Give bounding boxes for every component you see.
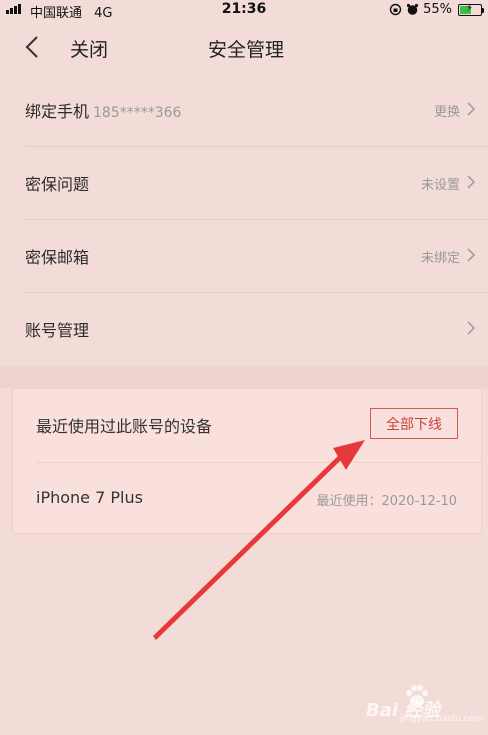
- status-right: 55% ⚡: [389, 2, 484, 17]
- setting-row-account-management[interactable]: 账号管理: [25, 293, 488, 366]
- chevron-right-icon: [467, 248, 476, 262]
- security-settings-list: 绑定手机 185*****366 更换 密保问题 未设置 密保邮箱 未绑定 账号管…: [0, 74, 488, 366]
- setting-label: 密保问题: [25, 175, 90, 194]
- logout-all-devices-button[interactable]: 全部下线: [370, 408, 458, 439]
- setting-row-security-question[interactable]: 密保问题 未设置: [25, 147, 488, 220]
- navigation-bar: 关闭 安全管理: [0, 20, 488, 74]
- setting-value: 更换: [433, 105, 460, 120]
- setting-value: 未绑定: [420, 251, 460, 266]
- charging-bolt-icon: ⚡: [466, 2, 474, 14]
- setting-label-text: 绑定手机: [25, 102, 90, 121]
- recent-devices-title: 最近使用过此账号的设备: [36, 417, 213, 436]
- battery-percent: 55%: [423, 2, 452, 17]
- section-divider: [0, 366, 488, 388]
- chevron-right-icon: [467, 102, 476, 116]
- setting-row-bind-phone[interactable]: 绑定手机 185*****366 更换: [25, 74, 488, 147]
- recent-devices-header: 最近使用过此账号的设备 全部下线: [13, 389, 481, 462]
- device-last-used: 最近使用：2020-12-10: [316, 494, 457, 509]
- setting-row-security-email[interactable]: 密保邮箱 未绑定: [25, 220, 488, 293]
- orientation-lock-icon: [389, 3, 402, 16]
- setting-label: 绑定手机 185*****366: [25, 98, 181, 122]
- watermark-url: jingyan.baidu.com: [400, 714, 484, 724]
- page-title: 安全管理: [207, 39, 284, 61]
- status-bar: 中国联通 4G 21:36 55% ⚡: [0, 0, 488, 21]
- chevron-right-icon: [467, 321, 476, 335]
- phone-number: 185*****366: [93, 105, 182, 121]
- recent-devices-card: 最近使用过此账号的设备 全部下线 iPhone 7 Plus 最近使用：2020…: [12, 388, 482, 534]
- battery-icon: ⚡: [458, 2, 484, 16]
- setting-label: 账号管理: [25, 321, 90, 340]
- divider: [36, 462, 481, 463]
- alarm-icon: [406, 3, 419, 15]
- baidu-watermark: Bai 经验 jingyan.baidu.com: [366, 682, 486, 728]
- setting-label: 密保邮箱: [25, 248, 90, 267]
- device-name: iPhone 7 Plus: [36, 488, 143, 507]
- setting-value: 未设置: [420, 178, 460, 193]
- chevron-right-icon: [467, 175, 476, 189]
